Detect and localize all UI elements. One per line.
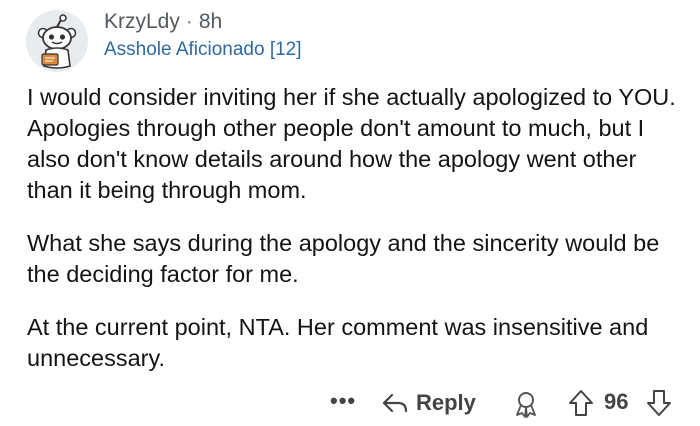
comment-meta: KrzyLdy · 8h xyxy=(104,9,222,35)
award-button[interactable] xyxy=(512,390,540,423)
comment: KrzyLdy · 8h Asshole Aficionado [12] I wou… xyxy=(0,0,700,426)
upvote-button[interactable] xyxy=(568,389,594,422)
reply-button[interactable]: Reply xyxy=(382,386,476,420)
downvote-button[interactable] xyxy=(646,389,672,422)
comment-actions: ••• Reply 96 xyxy=(0,386,700,426)
user-flair: Asshole Aficionado [12] xyxy=(104,39,302,60)
author-name[interactable]: KrzyLdy xyxy=(104,10,180,33)
vote-score: 96 xyxy=(604,389,629,414)
comment-age: 8h xyxy=(198,10,223,33)
reply-arrow-icon xyxy=(382,393,408,413)
more-options-button[interactable]: ••• xyxy=(330,388,356,414)
avatar[interactable] xyxy=(26,10,88,72)
comment-paragraph: I would consider inviting her if she act… xyxy=(27,84,676,203)
comment-paragraph: At the current point, NTA. Her comment w… xyxy=(27,314,649,371)
upvote-arrow-icon xyxy=(569,390,593,416)
reply-label: Reply xyxy=(416,390,476,415)
award-icon xyxy=(516,392,536,418)
snoo-avatar-icon xyxy=(26,10,88,72)
comment-paragraph: What she says during the apology and the… xyxy=(27,230,660,287)
downvote-arrow-icon xyxy=(647,390,671,416)
meta-separator: · xyxy=(185,10,193,33)
comment-body: I would consider inviting her if she act… xyxy=(27,82,687,396)
